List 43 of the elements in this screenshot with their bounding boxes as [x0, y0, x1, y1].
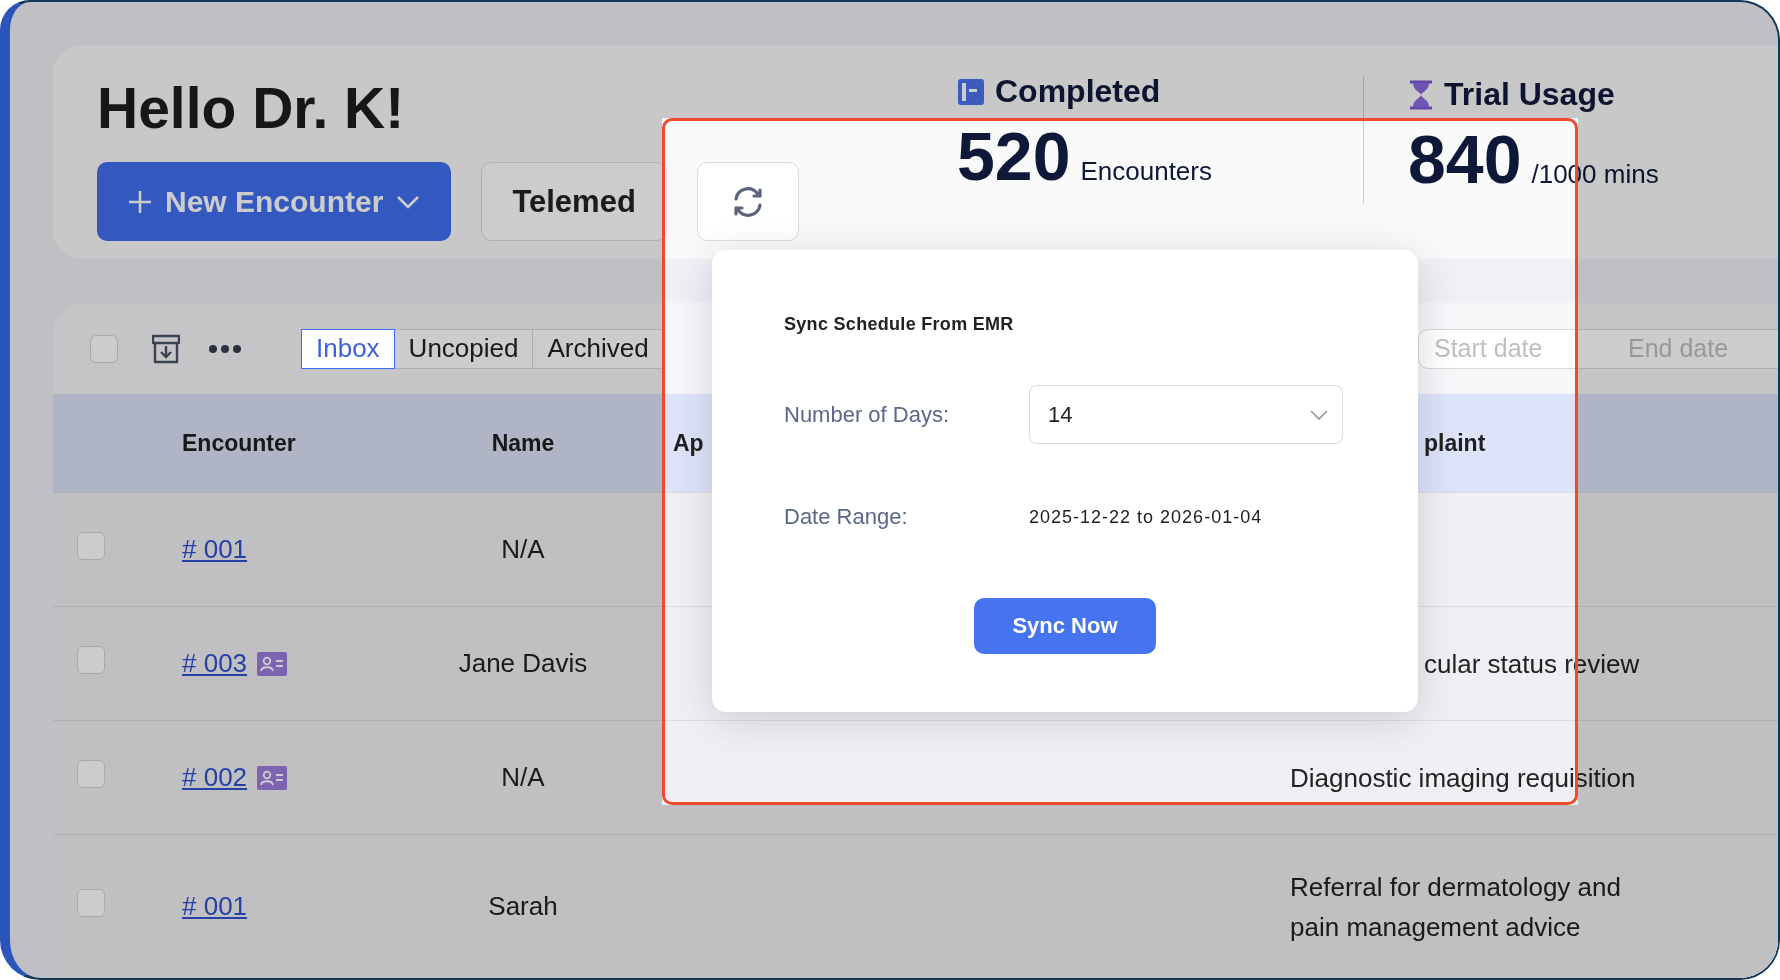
column-header: Ap	[673, 429, 704, 456]
plus-icon	[127, 188, 153, 215]
dialog-title: Sync Schedule From EMR	[784, 314, 1015, 335]
encounter-link[interactable]: # 001	[182, 891, 248, 922]
encounter-link[interactable]: # 003	[182, 648, 248, 679]
checkbox[interactable]	[77, 532, 105, 560]
table-cell: Sarah	[488, 891, 558, 921]
field-label: Date Range:	[784, 504, 909, 530]
greeting: Hello Dr. K!	[97, 77, 406, 139]
filter-tab[interactable]: Archived	[532, 328, 664, 369]
checkbox[interactable]	[90, 334, 118, 363]
more-icon[interactable]	[208, 343, 242, 354]
stat-value: 520	[957, 120, 1071, 192]
table-cell: N/A	[501, 762, 545, 792]
start-date-field[interactable]: Start date	[1432, 333, 1586, 364]
table-cell: N/A	[501, 534, 545, 564]
date-range-value: 2025-12-22 to 2026-01-04	[1029, 506, 1263, 528]
stat-title: Trial Usage	[1444, 76, 1615, 113]
checkbox[interactable]	[77, 760, 105, 788]
stat-title: Completed	[995, 73, 1161, 110]
sync-button[interactable]	[696, 162, 799, 241]
filter-tab[interactable]: Inbox	[301, 328, 395, 369]
encounter-link[interactable]: # 002	[182, 762, 248, 793]
sidebar-icon	[957, 77, 985, 106]
column-header: Encounter	[182, 429, 296, 456]
field-label: Number of Days:	[784, 401, 951, 428]
stat-unit: Encounters	[1080, 156, 1212, 187]
sync-now-button[interactable]: Sync Now	[974, 598, 1156, 654]
column-header: Name	[491, 429, 555, 456]
chevron-down-icon	[1310, 408, 1328, 421]
telemed-button[interactable]: Telemed	[481, 162, 667, 241]
checkbox[interactable]	[77, 646, 105, 674]
archive-icon[interactable]	[152, 332, 180, 365]
encounter-link[interactable]: # 001	[182, 534, 248, 565]
column-header: plaint	[1424, 429, 1487, 458]
hourglass-icon	[1408, 79, 1434, 110]
new-encounter-button[interactable]: New Encounter	[97, 162, 452, 241]
days-select[interactable]: 14	[1029, 385, 1343, 444]
stat-value: 840	[1408, 123, 1522, 195]
checkbox[interactable]	[77, 889, 105, 917]
table-cell: Jane Davis	[458, 648, 588, 678]
filter-tab[interactable]: Uncopied	[393, 328, 534, 369]
table-cell-text: Referral for dermatology and pain management advice	[1290, 870, 1622, 944]
